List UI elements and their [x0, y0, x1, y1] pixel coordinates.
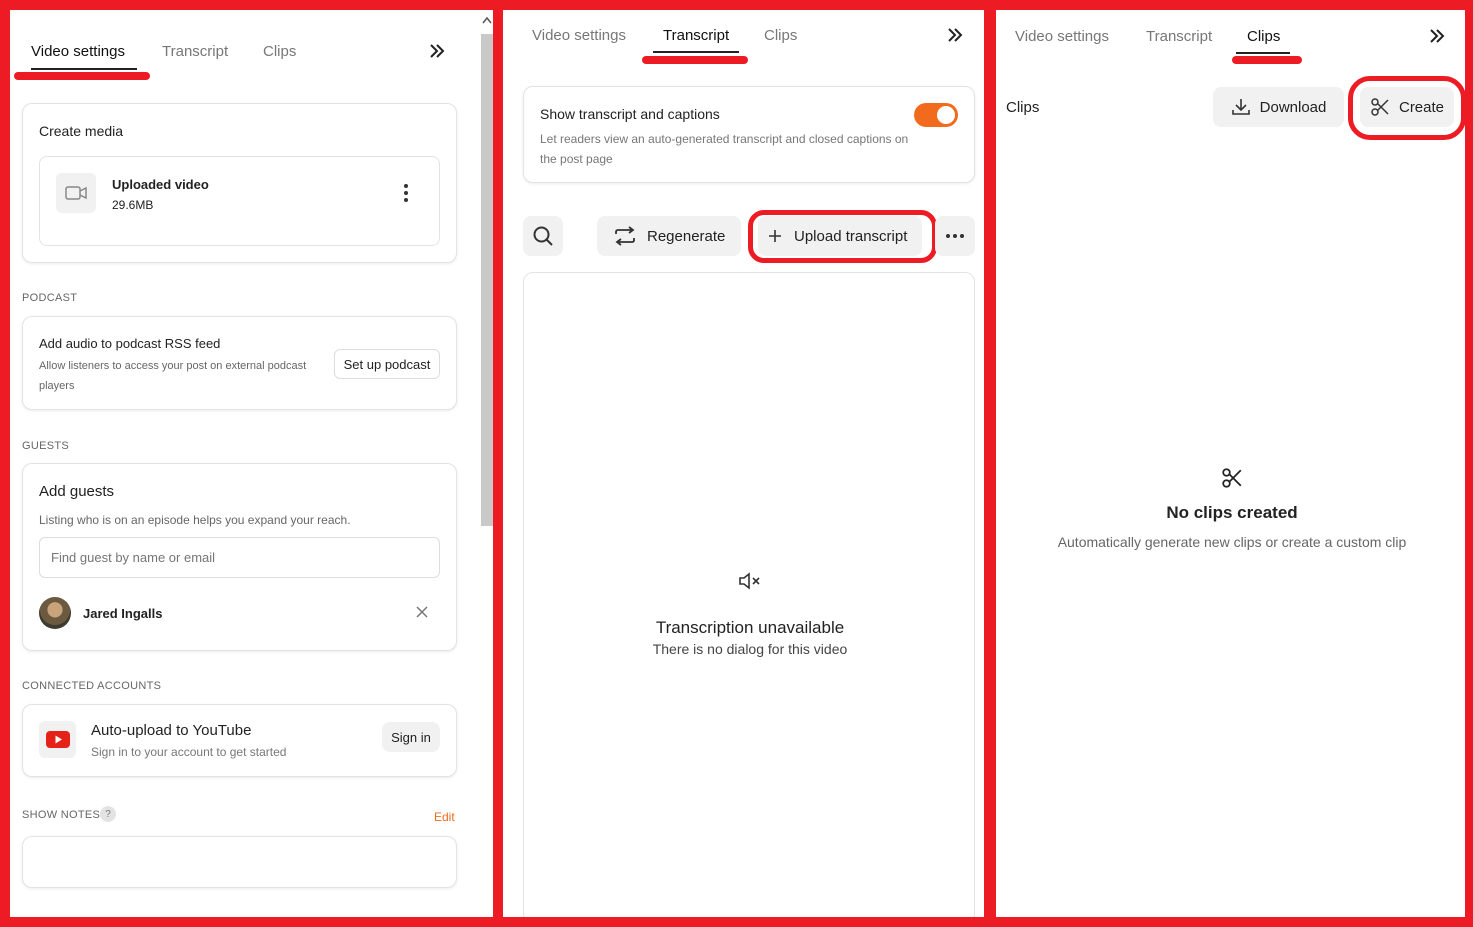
captions-card: Show transcript and captions Let readers… — [523, 86, 975, 183]
connected-accounts-section-label: CONNECTED ACCOUNTS — [22, 680, 162, 692]
youtube-icon — [39, 721, 76, 758]
more-options-button[interactable] — [935, 216, 975, 256]
collapse-double-chevron-icon[interactable] — [944, 24, 966, 46]
active-tab-underline — [1236, 52, 1290, 54]
more-horizontal-icon — [946, 234, 964, 238]
annotation-underline — [1232, 56, 1302, 64]
podcast-card: Add audio to podcast RSS feed Allow list… — [22, 316, 457, 410]
captions-title: Show transcript and captions — [540, 106, 720, 122]
youtube-title: Auto-upload to YouTube — [91, 722, 252, 739]
youtube-description: Sign in to your account to get started — [91, 745, 287, 759]
youtube-card: Auto-upload to YouTube Sign in to your a… — [22, 704, 457, 777]
remove-guest-close-icon[interactable] — [415, 605, 429, 619]
show-notes-box[interactable] — [22, 836, 457, 888]
add-guests-title: Add guests — [39, 483, 115, 500]
guests-section-label: GUESTS — [22, 440, 70, 452]
muted-speaker-icon — [739, 572, 760, 590]
uploaded-video-size: 29.6MB — [112, 198, 154, 212]
guest-name: Jared Ingalls — [83, 606, 163, 621]
video-settings-panel: Video settings Transcript Clips Create m… — [10, 10, 493, 917]
podcast-title: Add audio to podcast RSS feed — [39, 336, 221, 351]
podcast-description-line2: players — [39, 380, 75, 392]
set-up-podcast-button[interactable]: Set up podcast — [334, 349, 440, 379]
guest-avatar — [39, 597, 71, 629]
tab-video-settings[interactable]: Video settings — [31, 43, 125, 60]
empty-transcript-title: Transcription unavailable — [655, 618, 845, 637]
captions-description-line1: Let readers view an auto-generated trans… — [540, 132, 909, 146]
uploaded-video-item[interactable]: Uploaded video 29.6MB — [39, 156, 440, 246]
download-button[interactable]: Download — [1213, 87, 1344, 127]
search-button[interactable] — [523, 216, 563, 256]
annotation-ring — [1348, 76, 1465, 140]
scroll-up-arrow-icon[interactable] — [482, 16, 492, 24]
clips-header: Clips — [1006, 99, 1040, 116]
tab-video-settings[interactable]: Video settings — [532, 27, 626, 44]
empty-transcript-subtitle: There is no dialog for this video — [652, 641, 848, 657]
tab-clips[interactable]: Clips — [764, 27, 797, 44]
tab-transcript[interactable]: Transcript — [162, 43, 228, 60]
toggle-knob — [937, 106, 955, 124]
captions-description-line2: the post page — [540, 152, 613, 166]
annotation-ring — [748, 210, 937, 263]
collapse-double-chevron-icon[interactable] — [1426, 25, 1448, 47]
download-label: Download — [1259, 98, 1327, 116]
clips-panel: Video settings Transcript Clips Clips Do… — [996, 10, 1465, 917]
create-media-title: Create media — [39, 123, 124, 139]
guests-description: Listing who is on an episode helps you e… — [39, 513, 351, 527]
regenerate-label: Regenerate — [647, 227, 726, 245]
create-media-card: Create media Uploaded video 29.6MB — [22, 103, 457, 263]
captions-toggle[interactable] — [914, 103, 958, 127]
scrollbar-thumb[interactable] — [481, 34, 493, 526]
tab-bar: Video settings Transcript Clips — [996, 26, 1465, 66]
annotation-underline — [14, 72, 150, 80]
transcript-panel: Video settings Transcript Clips Show tra… — [503, 10, 984, 917]
collapse-double-chevron-icon[interactable] — [426, 40, 448, 62]
podcast-section-label: PODCAST — [22, 292, 78, 304]
find-guest-input[interactable] — [39, 537, 440, 578]
active-tab-underline — [653, 51, 739, 53]
uploaded-video-name: Uploaded video — [112, 177, 209, 192]
tab-transcript[interactable]: Transcript — [663, 27, 729, 44]
annotation-underline — [642, 56, 748, 64]
podcast-description-line1: Allow listeners to access your post on e… — [39, 360, 307, 372]
regenerate-icon — [615, 226, 635, 246]
sign-in-button[interactable]: Sign in — [382, 722, 440, 752]
more-vertical-icon[interactable] — [402, 183, 410, 203]
guests-card: Add guests Listing who is on an episode … — [22, 463, 457, 651]
transcript-content-area: Transcription unavailable There is no di… — [523, 272, 975, 917]
active-tab-underline — [31, 68, 137, 70]
search-icon — [533, 226, 553, 246]
regenerate-button[interactable]: Regenerate — [597, 216, 741, 256]
video-camera-icon — [56, 173, 96, 213]
show-notes-edit-link[interactable]: Edit — [434, 810, 455, 824]
empty-clips-title: No clips created — [1166, 503, 1298, 522]
empty-clips-subtitle: Automatically generate new clips or crea… — [1057, 534, 1407, 550]
tab-bar: Video settings Transcript Clips — [10, 40, 493, 80]
scissors-icon — [1222, 468, 1242, 488]
tab-transcript[interactable]: Transcript — [1146, 28, 1212, 45]
tab-video-settings[interactable]: Video settings — [1015, 28, 1109, 45]
tab-bar: Video settings Transcript Clips — [503, 25, 984, 65]
tab-clips[interactable]: Clips — [263, 43, 296, 60]
tab-clips[interactable]: Clips — [1247, 28, 1280, 45]
download-icon — [1231, 99, 1250, 115]
show-notes-section-label: SHOW NOTES — [22, 809, 101, 821]
help-icon[interactable]: ? — [100, 806, 116, 822]
